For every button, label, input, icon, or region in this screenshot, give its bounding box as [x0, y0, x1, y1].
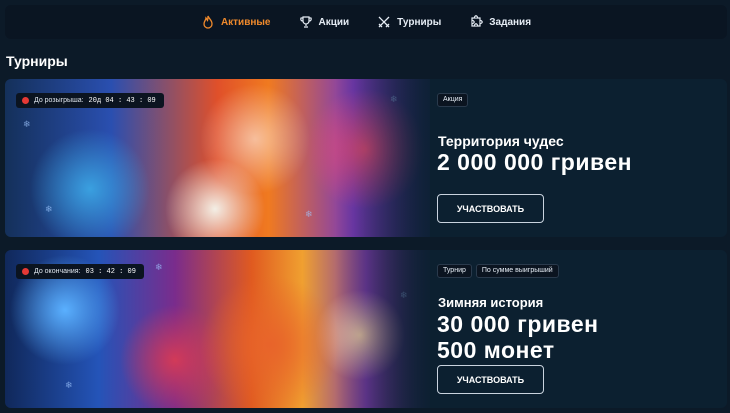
tab-tournaments[interactable]: Турниры — [377, 15, 441, 29]
badge-list: Турнир По сумме выигрыший — [437, 264, 559, 278]
type-badge: Турнир — [437, 264, 472, 278]
tab-promotions[interactable]: Акции — [299, 15, 350, 29]
promo-title: Территория чудес — [438, 133, 564, 149]
tournament-card: ❄ ❄ ❄ ❄ До окончания: 03 : 42 : 09 Турни… — [5, 250, 727, 408]
tab-tournaments-label: Турниры — [397, 16, 442, 28]
puzzle-icon — [471, 15, 483, 27]
badge-list: Акция — [437, 93, 469, 107]
participate-button[interactable]: УЧАСТВОВАТЬ — [437, 194, 544, 223]
scoring-badge: По сумме выигрыший — [475, 264, 559, 278]
flame-icon — [203, 15, 213, 29]
prize-amount: 30 000 гривен — [437, 311, 599, 337]
timer-value: 20д 04 : 43 : 09 — [88, 96, 156, 105]
tabs-bar: Активные Акции Турниры Задания — [5, 5, 727, 39]
prize-coins: 500 монет — [437, 337, 555, 363]
countdown-timer: До розыгрыша: 20д 04 : 43 : 09 — [16, 93, 164, 108]
tab-active[interactable]: Активные — [201, 15, 271, 29]
tab-active-label: Активные — [220, 16, 271, 28]
trophy-icon — [299, 16, 312, 28]
timer-label: До розыгрыша: — [34, 97, 84, 104]
prize-amount: 2 000 000 гривен — [437, 149, 632, 175]
section-title: Турниры — [6, 53, 68, 69]
tab-promotions-label: Акции — [318, 16, 350, 28]
participate-button[interactable]: УЧАСТВОВАТЬ — [437, 365, 544, 394]
tab-tasks[interactable]: Задания — [469, 15, 531, 29]
promo-card: ❄ ❄ ❄ ❄ ❄ До розыгрыша: 20д 04 : 43 : 09… — [5, 79, 727, 237]
tournament-title: Зимняя история — [438, 295, 544, 310]
timer-label: До окончания: — [34, 268, 81, 275]
live-dot-icon — [22, 268, 29, 275]
type-badge: Акция — [437, 93, 469, 107]
timer-value: 03 : 42 : 09 — [85, 267, 136, 276]
crossed-swords-icon — [378, 16, 390, 28]
countdown-timer: До окончания: 03 : 42 : 09 — [16, 264, 144, 279]
live-dot-icon — [22, 97, 29, 104]
tab-tasks-label: Задания — [489, 16, 532, 28]
